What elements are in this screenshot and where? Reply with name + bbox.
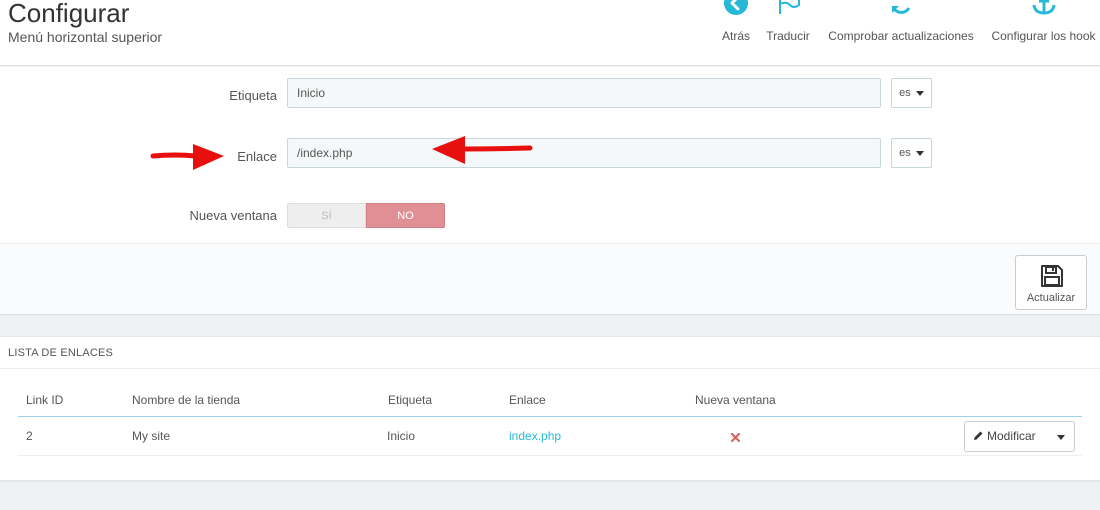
cell-link[interactable]: index.php xyxy=(509,429,561,443)
new-window-no-option[interactable]: NO xyxy=(366,203,445,228)
modify-button-group: Modificar xyxy=(964,421,1075,452)
table-row: 2 My site Inicio index.php Modificar xyxy=(18,417,1082,456)
translate-label: Traducir xyxy=(766,29,810,43)
back-button[interactable]: Atrás xyxy=(712,0,760,66)
save-button[interactable]: Actualizar xyxy=(1015,255,1087,310)
arrow-left-circle-icon xyxy=(724,0,748,15)
link-language-value: es xyxy=(899,147,911,159)
table-header: Link ID Nombre de la tienda Etiqueta Enl… xyxy=(18,384,1082,417)
link-language-select[interactable]: es xyxy=(891,138,932,168)
column-header-label: Etiqueta xyxy=(388,393,433,407)
configure-hooks-button[interactable]: Configurar los hook xyxy=(987,0,1100,66)
link-field-label: Enlace xyxy=(237,149,277,164)
cell-shop-name: My site xyxy=(132,429,171,443)
divider xyxy=(0,368,1100,369)
flag-icon xyxy=(779,0,800,14)
column-header-link: Enlace xyxy=(509,393,546,407)
close-icon xyxy=(731,433,740,442)
label-input[interactable]: Inicio xyxy=(287,78,881,108)
anchor-icon xyxy=(1032,0,1055,15)
column-header-new-window: Nueva ventana xyxy=(695,393,776,407)
new-window-yes-option[interactable]: SÍ xyxy=(287,203,366,228)
modify-label: Modificar xyxy=(987,429,1036,443)
modify-button[interactable]: Modificar xyxy=(965,422,1050,451)
form-footer: Actualizar xyxy=(0,243,1100,315)
chevron-down-icon xyxy=(915,150,924,156)
modify-dropdown-toggle[interactable] xyxy=(1050,422,1074,451)
new-window-label: Nueva ventana xyxy=(189,208,277,223)
chevron-down-icon xyxy=(915,90,924,96)
page-header: Configurar Menú horizontal superior Atrá… xyxy=(0,0,1100,66)
config-form: Etiqueta Inicio es Enlace /index.php es … xyxy=(0,67,1100,243)
configure-hooks-label: Configurar los hook xyxy=(991,29,1096,43)
column-header-shop-name: Nombre de la tienda xyxy=(132,393,241,407)
chevron-down-icon xyxy=(1057,435,1065,440)
check-updates-label: Comprobar actualizaciones xyxy=(828,29,974,43)
new-window-toggle: SÍ NO xyxy=(287,203,445,228)
check-updates-button[interactable]: Comprobar actualizaciones xyxy=(822,0,980,66)
page-title: Configurar xyxy=(8,0,130,28)
translate-button[interactable]: Traducir xyxy=(760,0,816,66)
label-language-select[interactable]: es xyxy=(891,78,932,108)
save-label: Actualizar xyxy=(1026,292,1076,304)
cell-link-id: 2 xyxy=(26,429,33,443)
pencil-icon xyxy=(974,431,983,440)
links-list-panel: LISTA DE ENLACES Link ID Nombre de la ti… xyxy=(0,336,1100,482)
label-language-value: es xyxy=(899,87,911,99)
column-header-link-id: Link ID xyxy=(26,393,64,407)
label-field-label: Etiqueta xyxy=(229,88,277,103)
floppy-disk-icon xyxy=(1041,265,1063,287)
list-heading: LISTA DE ENLACES xyxy=(8,347,114,359)
link-input[interactable]: /index.php xyxy=(287,138,881,168)
back-label: Atrás xyxy=(721,29,750,43)
cell-label: Inicio xyxy=(387,429,416,443)
links-table: Link ID Nombre de la tienda Etiqueta Enl… xyxy=(18,384,1082,456)
page-subtitle: Menú horizontal superior xyxy=(8,29,163,45)
refresh-icon xyxy=(891,6,911,14)
